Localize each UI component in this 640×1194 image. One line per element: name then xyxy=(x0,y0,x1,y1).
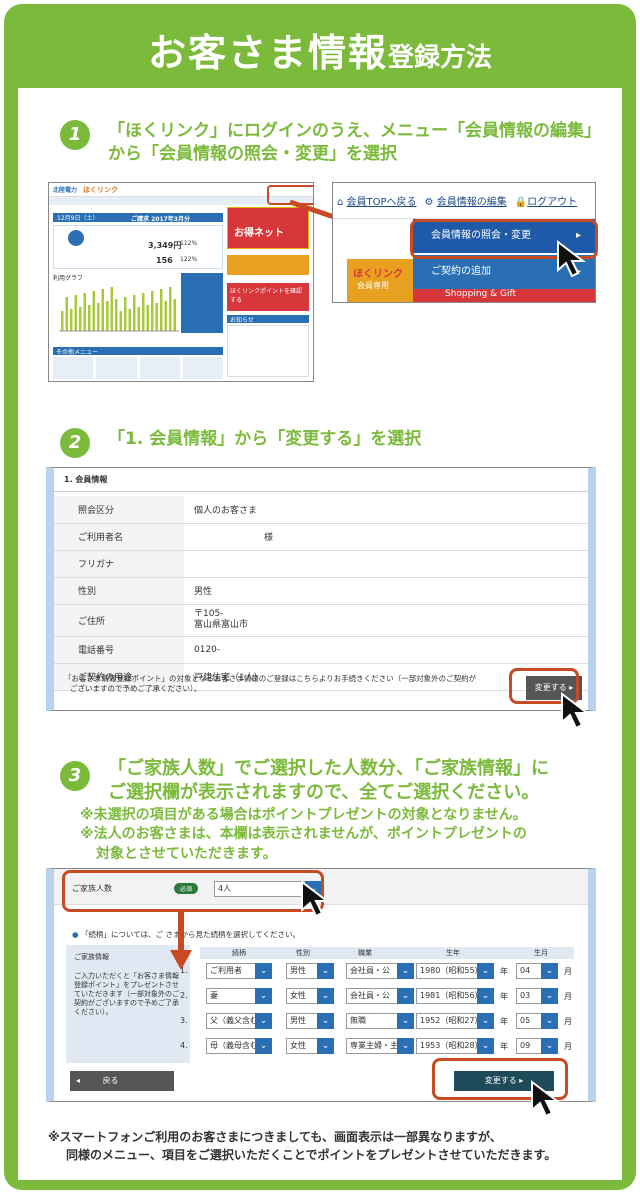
chart-bar xyxy=(124,297,127,331)
info-icon: ● xyxy=(72,930,79,939)
chart-bar xyxy=(70,309,73,331)
cursor-icon xyxy=(531,1080,560,1118)
birth-month-select[interactable]: 03 ⌄ xyxy=(516,988,558,1004)
step-1: 1 「ほくリンク」にログインのうえ、メニュー「会員情報の編集」 から「会員情報の照… xyxy=(60,120,601,166)
occupation-select[interactable]: 無職 ⌄ xyxy=(346,1013,414,1029)
family-row: 2. 妻 ⌄ 女性 ⌄ 会社員・公 ⌄ 1981（昭和56） ⌄ 年 03 ⌄ 月 xyxy=(180,988,588,1008)
chart-bar xyxy=(65,297,68,331)
family-row: 1. ご利用者 ⌄ 男性 ⌄ 会社員・公 ⌄ 1980（昭和55） ⌄ 年 04 ⌄ 月 xyxy=(180,963,588,983)
highlight-box xyxy=(62,870,324,912)
birth-month-select[interactable]: 09 ⌄ xyxy=(516,1038,558,1054)
bill-amount: 3,349 xyxy=(148,241,174,250)
chart-bar xyxy=(110,287,113,331)
down-arrow-icon xyxy=(170,912,192,970)
usage-chart xyxy=(59,287,179,332)
relation-select[interactable]: 母（義母含む ⌄ xyxy=(206,1038,272,1054)
table-row: フリガナ xyxy=(54,550,588,578)
gender-select[interactable]: 男性 ⌄ xyxy=(286,1013,334,1029)
cursor-icon xyxy=(301,880,330,918)
chart-bar xyxy=(79,307,82,331)
chart-bar xyxy=(133,295,136,331)
gender-select[interactable]: 女性 ⌄ xyxy=(286,988,334,1004)
chart-bar xyxy=(115,299,118,331)
cursor-icon xyxy=(561,692,590,730)
relation-select[interactable]: 妻 ⌄ xyxy=(206,988,272,1004)
dashboard-screenshot: 北陸電力 ほくリンク 12月9日（土） ご請求 2017年3月分 3,349円 … xyxy=(48,182,314,382)
column-header: 続柄 xyxy=(232,949,246,957)
chart-bar xyxy=(142,293,145,331)
occupation-select[interactable]: 会社員・公 ⌄ xyxy=(346,988,414,1004)
chart-bar xyxy=(164,301,167,331)
step-number: 1 xyxy=(60,120,90,150)
gender-select[interactable]: 女性 ⌄ xyxy=(286,1038,334,1054)
table-row: 電話番号 0120- xyxy=(54,636,588,664)
back-button[interactable]: ◂ 戻る xyxy=(70,1071,174,1091)
table-row: 性別 男性 xyxy=(54,577,588,605)
chart-bar xyxy=(61,311,64,331)
brand-logo: 北陸電力 xyxy=(53,187,78,194)
chart-bar xyxy=(106,301,109,331)
column-header: 性別 xyxy=(296,949,310,957)
chart-bar xyxy=(101,289,104,331)
family-row: 3. 父（義父含む ⌄ 男性 ⌄ 無職 ⌄ 1952（昭和27） ⌄ 年 05 ⌄ 月 xyxy=(180,1013,588,1033)
occupation-select[interactable]: 専業主婦・主 ⌄ xyxy=(346,1038,414,1054)
home-link[interactable]: ⌂ 会員TOPへ戻る xyxy=(337,193,417,208)
birth-month-select[interactable]: 05 ⌄ xyxy=(516,1013,558,1029)
member-info-table: 照会区分 個人のお客さま ご利用者名様フリガナ 性別 男性 ご住所 〒105- 富山県富山市電… xyxy=(54,496,588,691)
table-row: ご住所 〒105- 富山県富山市 xyxy=(54,604,588,637)
step-2: 2 「1. 会員情報」から「変更する」を選択 xyxy=(60,428,421,458)
family-row: 4. 母（義母含む ⌄ 女性 ⌄ 専業主婦・主 ⌄ 1953（昭和28） ⌄ 年 09 ⌄ 月 xyxy=(180,1038,588,1058)
occupation-select[interactable]: 会社員・公 ⌄ xyxy=(346,963,414,979)
chart-bar xyxy=(169,287,172,331)
chart-bar xyxy=(151,291,154,331)
column-header: 生月 xyxy=(534,949,548,957)
birth-year-select[interactable]: 1952（昭和27） ⌄ xyxy=(416,1013,494,1029)
chart-bar xyxy=(83,293,86,331)
section-title: 1. 会員情報 xyxy=(54,468,588,492)
birth-year-select[interactable]: 1980（昭和55） ⌄ xyxy=(416,963,494,979)
birth-year-select[interactable]: 1981（昭和56） ⌄ xyxy=(416,988,494,1004)
chart-bar xyxy=(74,295,77,331)
logout-link[interactable]: 🔒ログアウト xyxy=(515,193,577,208)
footer-note: ※スマートフォンご利用のお客さまにつきましても、画面表示は一部異なりますが、 同… xyxy=(48,1130,557,1162)
chart-bar xyxy=(119,311,122,331)
edit-link[interactable]: ⚙ 会員情報の編集 xyxy=(425,193,507,208)
table-row: 照会区分 個人のお客さま xyxy=(54,496,588,524)
relation-select[interactable]: 父（義父含む ⌄ xyxy=(206,1013,272,1029)
chart-bar xyxy=(146,305,149,331)
chart-bar xyxy=(137,307,140,331)
hokulink-logo: ほくリンク xyxy=(83,185,119,194)
chart-bar xyxy=(97,303,100,331)
column-header: 職業 xyxy=(358,949,372,957)
birth-year-select[interactable]: 1953（昭和28） ⌄ xyxy=(416,1038,494,1054)
chart-bar xyxy=(173,299,176,331)
page-title: お客さま情報登録方法 xyxy=(147,31,493,75)
chart-bar xyxy=(128,309,131,331)
column-header: 生年 xyxy=(446,949,460,957)
table-row: ご利用者名様 xyxy=(54,523,588,551)
step-3: 3 「ご家族人数」でご選択した人数分、「ご家族情報」に ご選択欄が表示されますので… xyxy=(60,757,549,805)
birth-month-select[interactable]: 04 ⌄ xyxy=(516,963,558,979)
chart-bar xyxy=(155,303,158,331)
chart-bar xyxy=(160,289,163,331)
chart-bar xyxy=(88,305,91,331)
cursor-icon xyxy=(557,240,586,278)
chart-bar xyxy=(92,291,95,331)
relation-select[interactable]: ご利用者 ⌄ xyxy=(206,963,272,979)
gender-select[interactable]: 男性 ⌄ xyxy=(286,963,334,979)
